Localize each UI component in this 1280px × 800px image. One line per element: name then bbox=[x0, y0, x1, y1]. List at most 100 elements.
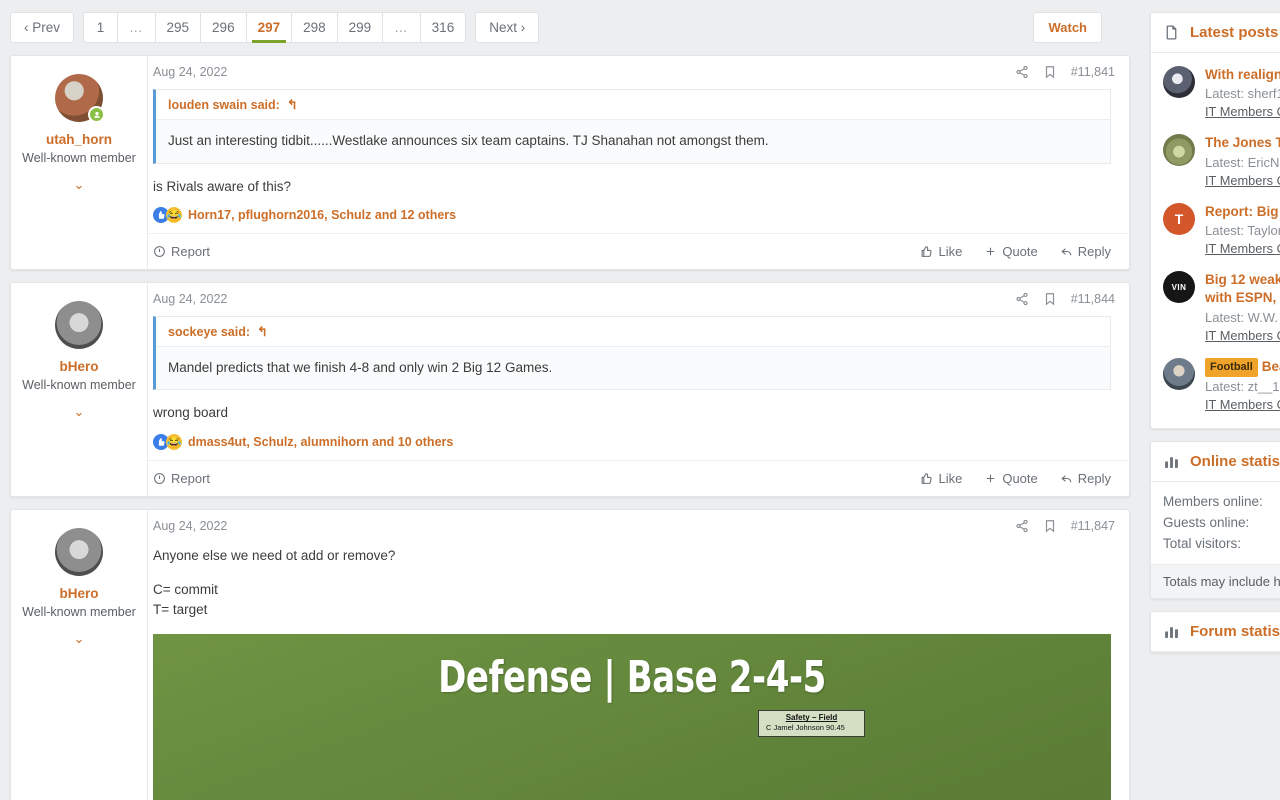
post-main: Aug 24, 2022 #11,847 Anyone else we need… bbox=[148, 510, 1129, 800]
status-badge: Football bbox=[1205, 357, 1258, 377]
stat-label: Members online: bbox=[1163, 493, 1263, 509]
post-header: Aug 24, 2022 #11,841 bbox=[148, 56, 1129, 83]
post-footer-left: Report bbox=[153, 471, 210, 486]
page-299[interactable]: 299 bbox=[336, 12, 383, 43]
reply-button[interactable]: Reply bbox=[1060, 471, 1111, 486]
report-button[interactable]: Report bbox=[153, 244, 210, 259]
avatar[interactable]: T bbox=[1163, 202, 1195, 235]
list-item[interactable]: The Jones Top Ten Poll, 2022 College Foo… bbox=[1163, 125, 1280, 193]
bar-chart-icon bbox=[1163, 623, 1180, 640]
quote-author: sockeye said: bbox=[168, 324, 250, 339]
share-icon[interactable] bbox=[1015, 65, 1029, 79]
post-author-name[interactable]: utah_horn bbox=[19, 132, 139, 147]
post-date[interactable]: Aug 24, 2022 bbox=[153, 292, 227, 306]
thread-title[interactable]: Big 12 weakening position entering early… bbox=[1205, 271, 1280, 307]
quote-header[interactable]: sockeye said: ↰ bbox=[156, 316, 1110, 347]
forum-statistics-header: Forum statistics bbox=[1151, 612, 1280, 652]
page-295[interactable]: 295 bbox=[154, 12, 201, 43]
post-author-title: Well-known member bbox=[22, 604, 136, 619]
list-item-body: Big 12 weakening position entering early… bbox=[1205, 271, 1280, 343]
like-button[interactable]: Like bbox=[920, 471, 962, 486]
post-author-title: Well-known member bbox=[22, 377, 136, 392]
quote-button[interactable]: Quote bbox=[984, 243, 1038, 259]
bookmark-icon[interactable] bbox=[1043, 292, 1057, 306]
post-author-panel: utah_horn Well-known member ⌄ bbox=[11, 56, 148, 269]
post-author-name[interactable]: bHero bbox=[19, 586, 139, 601]
post-header-actions: #11,844 bbox=[1015, 292, 1115, 306]
share-icon[interactable] bbox=[1015, 519, 1029, 533]
report-label: Report bbox=[171, 470, 211, 486]
page-297-current[interactable]: 297 bbox=[245, 12, 292, 43]
share-icon[interactable] bbox=[1015, 292, 1029, 306]
quote-header[interactable]: louden swain said: ↰ bbox=[156, 90, 1110, 120]
post-number[interactable]: #11,841 bbox=[1071, 65, 1115, 79]
reply-button[interactable]: Reply bbox=[1060, 244, 1111, 259]
list-item[interactable]: T Report: Big 12 negotiating early Texas… bbox=[1163, 194, 1280, 262]
thread-title[interactable]: Report: Big 12 negotiating early Texas, … bbox=[1205, 203, 1280, 221]
avatar[interactable]: VIN bbox=[1163, 271, 1195, 304]
avatar[interactable] bbox=[55, 300, 103, 349]
avatar[interactable] bbox=[1163, 357, 1195, 390]
post-main: Aug 24, 2022 #11,841 louden swain said: … bbox=[148, 56, 1129, 269]
chevron-down-icon[interactable]: ⌄ bbox=[19, 631, 139, 647]
list-item[interactable]: With realignment settled, Texas in envia… bbox=[1163, 57, 1280, 125]
stat-row: Guests online: bbox=[1163, 512, 1280, 533]
list-item[interactable]: VIN Big 12 weakening position entering e… bbox=[1163, 262, 1280, 349]
watch-button[interactable]: Watch bbox=[1033, 12, 1102, 43]
page-298[interactable]: 298 bbox=[291, 12, 337, 43]
avatar[interactable] bbox=[1163, 66, 1195, 98]
reaction-icons: 😂 bbox=[153, 206, 182, 223]
laughing-face-icon: 😂 bbox=[166, 206, 182, 223]
quote-jump-icon[interactable]: ↰ bbox=[287, 97, 298, 113]
thread-title[interactable]: Football Beating the drum bbox=[1205, 357, 1280, 377]
post-number[interactable]: #11,847 bbox=[1071, 519, 1115, 533]
reaction-names[interactable]: dmass4ut, Schulz, alumnihorn and 10 othe… bbox=[188, 435, 453, 449]
thread-forum-link[interactable]: IT Members Only bbox=[1205, 173, 1280, 188]
post-author-title: Well-known member bbox=[22, 151, 136, 165]
avatar-wrap[interactable] bbox=[55, 74, 105, 123]
post-date[interactable]: Aug 24, 2022 bbox=[153, 519, 227, 533]
post-paragraph: C= commit bbox=[153, 581, 218, 597]
chevron-down-icon[interactable]: ⌄ bbox=[19, 177, 139, 193]
quote-button[interactable]: Quote bbox=[984, 471, 1038, 486]
like-button[interactable]: Like bbox=[920, 244, 962, 259]
thread-forum-link[interactable]: IT Members Only bbox=[1205, 328, 1280, 343]
page-316[interactable]: 316 bbox=[419, 12, 467, 43]
chevron-down-icon[interactable]: ⌄ bbox=[19, 404, 139, 420]
page-next-button[interactable]: Next › bbox=[475, 12, 540, 43]
quote-jump-icon[interactable]: ↰ bbox=[257, 324, 268, 340]
thread-forum-link[interactable]: IT Members Only bbox=[1205, 104, 1280, 119]
post-date[interactable]: Aug 24, 2022 bbox=[153, 65, 227, 79]
post-author-name[interactable]: bHero bbox=[19, 359, 139, 374]
avatar[interactable] bbox=[55, 527, 103, 576]
like-label: Like bbox=[938, 470, 963, 486]
post-attachment-image[interactable]: Defense | Base 2-4-5 Safety – Field C Ja… bbox=[153, 634, 1111, 800]
avatar[interactable] bbox=[1163, 134, 1195, 167]
forum-statistics-title: Forum statistics bbox=[1190, 622, 1280, 640]
page-1[interactable]: 1 bbox=[83, 12, 118, 43]
page-number-list: 1 … 295 296 297 298 299 … 316 bbox=[83, 12, 467, 43]
thread-meta: Latest: sherf1 · 14 minutes ago bbox=[1205, 86, 1280, 102]
online-statistics-note: Totals may include hidden visitors. bbox=[1151, 563, 1280, 598]
reaction-names[interactable]: Horn17, pflughorn2016, Schulz and 12 oth… bbox=[188, 208, 456, 222]
page-296[interactable]: 296 bbox=[200, 12, 246, 43]
quote-label: Quote bbox=[1002, 243, 1038, 259]
report-button[interactable]: Report bbox=[153, 471, 210, 486]
avatar-wrap[interactable] bbox=[55, 527, 103, 576]
post-reactions: 😂 Horn17, pflughorn2016, Schulz and 12 o… bbox=[153, 201, 1111, 233]
sidebar-column: Latest posts With realignment settled, T… bbox=[1140, 0, 1280, 800]
thread-forum-link[interactable]: IT Members Only bbox=[1205, 241, 1280, 256]
quote-text: Just an interesting tidbit......Westlake… bbox=[168, 133, 769, 148]
post-number[interactable]: #11,844 bbox=[1071, 292, 1115, 306]
avatar-wrap[interactable] bbox=[55, 300, 103, 349]
thread-title[interactable]: The Jones Top Ten Poll, 2022 College Foo… bbox=[1205, 134, 1280, 152]
list-item[interactable]: Football Beating the drum Latest: zt__123… bbox=[1163, 349, 1280, 418]
thread-title[interactable]: With realignment settled, Texas in envia… bbox=[1205, 66, 1280, 84]
bookmark-icon[interactable] bbox=[1043, 519, 1057, 533]
post-header: Aug 24, 2022 #11,844 bbox=[148, 283, 1129, 310]
page-prev-button[interactable]: ‹ Prev bbox=[10, 12, 75, 43]
thread-title-text[interactable]: Beating the drum bbox=[1262, 359, 1280, 374]
thread-forum-link[interactable]: IT Members Only bbox=[1205, 397, 1280, 412]
watch-button-wrap: Watch bbox=[1033, 12, 1130, 43]
bookmark-icon[interactable] bbox=[1043, 65, 1057, 79]
